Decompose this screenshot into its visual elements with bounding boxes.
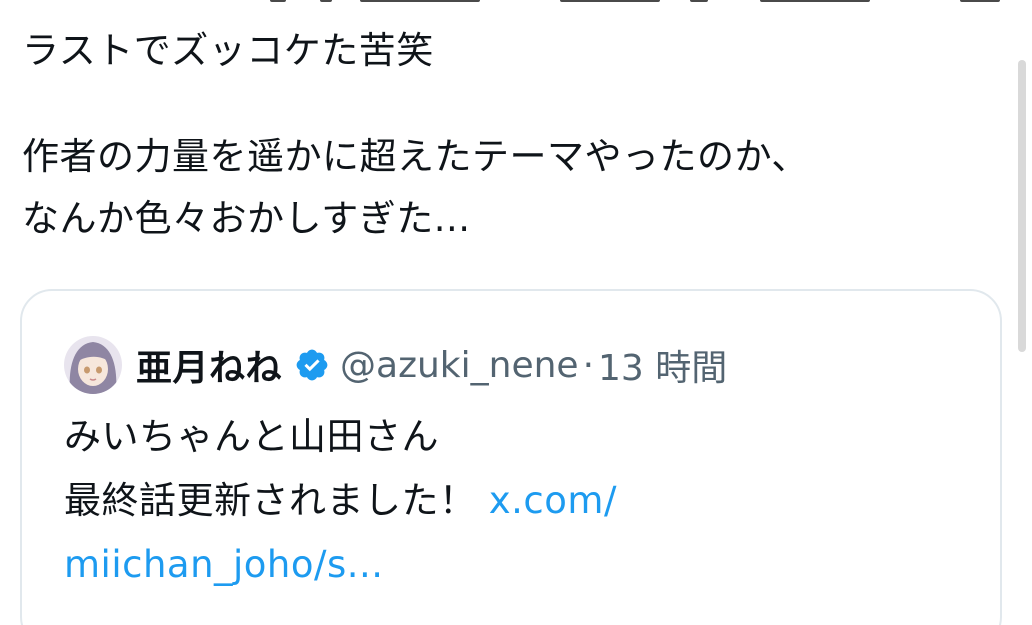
- tweet-text: ラストでズッコケた苦笑 作者の力量を遥かに超えたテーマやったのか、 なんか色々お…: [22, 20, 1002, 250]
- avatar[interactable]: [64, 336, 122, 394]
- tweet-text-line: 作者の力量を遥かに超えたテーマやったのか、: [22, 135, 809, 178]
- tweet-text-line: ラストでズッコケた苦笑: [22, 29, 434, 72]
- tweet-text-line: なんか色々おかしすぎた...: [22, 197, 471, 240]
- quoted-link-continued[interactable]: miichan_joho/s...: [64, 533, 617, 597]
- cropped-previous-line: [0, 0, 1032, 6]
- quoted-text-segment: 最終話更新されました！: [64, 479, 477, 522]
- verified-badge-icon: [296, 349, 328, 381]
- separator-dot: ·: [582, 344, 595, 386]
- quoted-tweet-card[interactable]: 亜月ねね @azuki_nene · 13 時間 みいちゃんと山田さん 最終話更…: [20, 289, 1002, 625]
- quoted-tweet-header: 亜月ねね @azuki_nene · 13 時間: [64, 327, 727, 403]
- quoted-text-line: 最終話更新されました！ x.com/: [64, 469, 617, 533]
- scrollbar-thumb[interactable]: [1018, 60, 1026, 352]
- quoted-tweet-text: みいちゃんと山田さん 最終話更新されました！ x.com/ miichan_jo…: [64, 405, 617, 597]
- quoted-text-line: みいちゃんと山田さん: [64, 415, 439, 458]
- tweet-detail-view: ラストでズッコケた苦笑 作者の力量を遥かに超えたテーマやったのか、 なんか色々お…: [0, 0, 1032, 625]
- quoted-handle[interactable]: @azuki_nene: [340, 345, 579, 386]
- quoted-timestamp[interactable]: 13 時間: [598, 339, 727, 391]
- quoted-link[interactable]: x.com/: [489, 479, 617, 522]
- quoted-display-name[interactable]: 亜月ねね: [136, 339, 282, 391]
